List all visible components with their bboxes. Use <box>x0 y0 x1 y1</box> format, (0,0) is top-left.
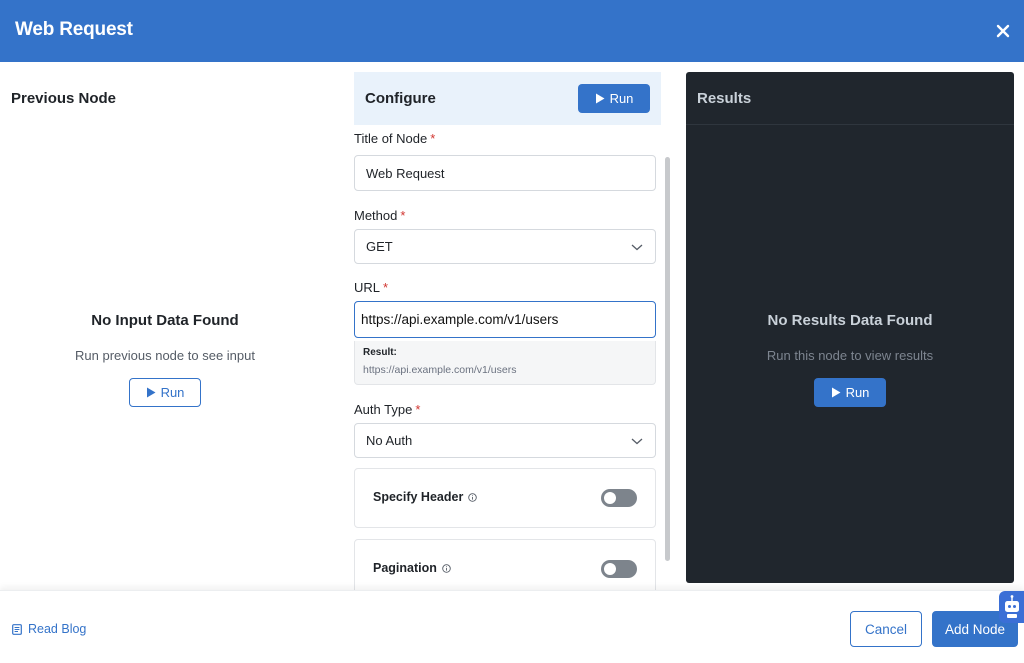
required-mark: * <box>415 402 421 417</box>
url-result-preview: Result: https://api.example.com/v1/users <box>354 341 656 385</box>
required-mark: * <box>430 131 436 146</box>
url-label-text: URL <box>354 280 381 295</box>
specify-header-label: Specify Header <box>373 490 478 504</box>
specify-header-card: Specify Header <box>354 468 656 528</box>
info-icon[interactable] <box>442 563 451 573</box>
modal-header: Web Request <box>0 0 1024 62</box>
modal-footer: Read Blog Cancel Add Node <box>0 590 1024 663</box>
pagination-toggle[interactable] <box>601 560 637 578</box>
run-previous-label: Run <box>160 385 185 400</box>
play-icon <box>146 387 156 398</box>
auth-type-label: Auth Type * <box>354 402 420 417</box>
method-value: GET <box>366 239 393 254</box>
url-input[interactable]: https://api.example.com/v1/users <box>354 301 656 338</box>
run-configure-button[interactable]: Run <box>578 84 650 113</box>
toggle-knob <box>604 563 616 575</box>
close-icon[interactable] <box>992 20 1014 42</box>
required-mark: * <box>383 280 389 295</box>
specify-header-toggle[interactable] <box>601 489 637 507</box>
pagination-card: Pagination <box>354 539 656 590</box>
run-previous-button[interactable]: Run <box>129 378 201 407</box>
chatbot-launcher-icon[interactable] <box>999 591 1024 623</box>
form-scrollbar[interactable] <box>665 157 670 561</box>
auth-type-value: No Auth <box>366 433 413 448</box>
auth-type-select[interactable]: No Auth <box>354 423 656 458</box>
chevron-down-icon <box>631 438 643 445</box>
results-panel: Results No Results Data Found Run this n… <box>686 72 1014 583</box>
result-value: https://api.example.com/v1/users <box>363 364 517 376</box>
configure-form: Title of Node * Web Request Method * GET U… <box>354 125 672 590</box>
play-icon <box>831 387 841 398</box>
read-blog-link[interactable]: Read Blog <box>12 622 86 636</box>
result-label: Result: <box>363 347 397 358</box>
run-results-button[interactable]: Run <box>814 378 886 407</box>
chevron-down-icon <box>631 244 643 251</box>
title-of-node-label-text: Title of Node <box>354 131 428 146</box>
read-blog-label: Read Blog <box>28 622 87 636</box>
url-label: URL * <box>354 280 388 295</box>
method-label: Method * <box>354 208 405 223</box>
previous-node-heading: Previous Node <box>11 90 117 107</box>
configure-heading: Configure <box>365 90 436 107</box>
cancel-button[interactable]: Cancel <box>850 611 922 647</box>
required-mark: * <box>400 208 406 223</box>
results-heading: Results <box>697 90 752 107</box>
info-icon[interactable] <box>468 492 478 502</box>
title-of-node-input[interactable]: Web Request <box>354 155 656 191</box>
run-results-label: Run <box>845 385 870 400</box>
configure-header: Configure Run <box>354 72 661 125</box>
no-input-title: No Input Data Found <box>91 312 239 329</box>
auth-type-label-text: Auth Type <box>354 402 413 417</box>
specify-header-label-text: Specify Header <box>373 490 464 504</box>
robot-icon <box>1005 595 1019 618</box>
document-icon <box>12 623 22 635</box>
method-label-text: Method <box>354 208 398 223</box>
no-input-subtitle: Run previous node to see input <box>75 348 255 363</box>
title-of-node-label: Title of Node * <box>354 131 435 146</box>
run-configure-label: Run <box>609 91 634 106</box>
play-icon <box>595 93 605 104</box>
no-results-title: No Results Data Found <box>767 312 933 329</box>
no-results-subtitle: Run this node to view results <box>766 348 934 363</box>
method-select[interactable]: GET <box>354 229 656 264</box>
toggle-knob <box>604 492 616 504</box>
pagination-label: Pagination <box>373 561 451 575</box>
results-header: Results <box>686 72 1014 125</box>
modal-title: Web Request <box>15 19 133 40</box>
previous-node-panel: Previous Node No Input Data Found Run pr… <box>0 62 340 590</box>
pagination-label-text: Pagination <box>373 561 437 575</box>
